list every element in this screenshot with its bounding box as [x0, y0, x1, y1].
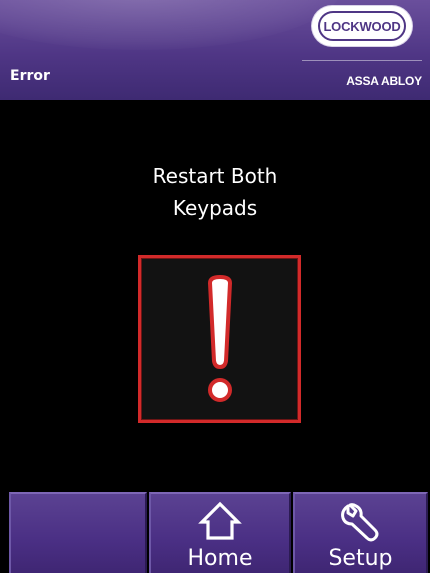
lockwood-logo-frame: LOCKWOOD	[318, 11, 406, 41]
home-button-label: Home	[187, 546, 253, 571]
page-title: Error	[10, 68, 50, 84]
header-bar: Error LOCKWOOD ASSA ABLOY	[0, 0, 430, 100]
bottom-nav: Home Setup	[0, 492, 430, 573]
nav-button-blank[interactable]	[9, 492, 147, 573]
alert-box	[138, 255, 301, 423]
brand-area: LOCKWOOD ASSA ABLOY	[290, 6, 422, 96]
setup-button-label: Setup	[328, 546, 393, 571]
home-icon	[198, 501, 242, 540]
lockwood-logo-text: LOCKWOOD	[323, 18, 401, 34]
lockwood-logo: LOCKWOOD	[312, 6, 412, 46]
brand-divider	[302, 60, 422, 61]
assa-abloy-label: ASSA ABLOY	[346, 74, 422, 88]
home-button[interactable]: Home	[149, 492, 291, 573]
header-sheen	[0, 0, 340, 50]
exclamation-icon	[207, 275, 232, 402]
wrench-icon	[340, 503, 378, 542]
error-message-line2: Keypads	[172, 196, 258, 220]
error-screen: Error LOCKWOOD ASSA ABLOY Restart Both K…	[0, 0, 430, 573]
setup-button[interactable]: Setup	[293, 492, 428, 573]
error-message: Restart Both Keypads	[0, 160, 430, 224]
error-message-line1: Restart Both	[152, 164, 278, 188]
